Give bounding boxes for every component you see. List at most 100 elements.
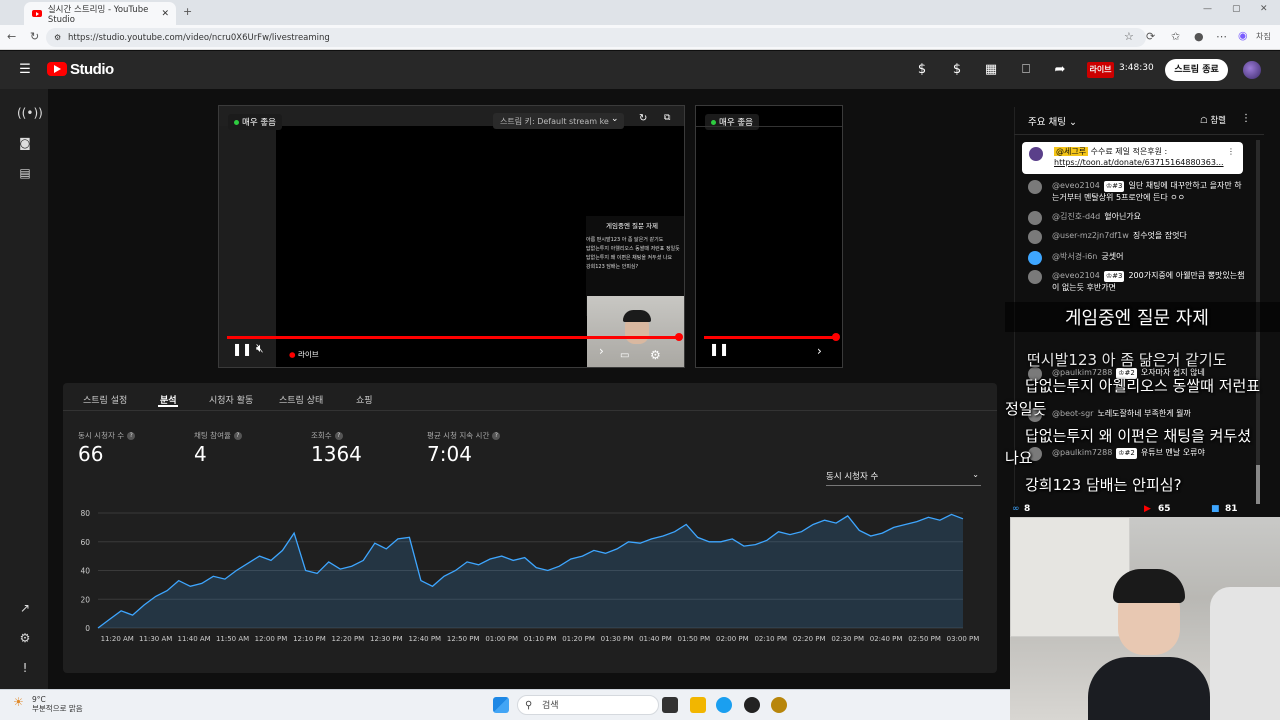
task-view-icon[interactable]	[662, 697, 678, 713]
calendar-icon[interactable]: ▤	[17, 165, 33, 181]
tab-stream-health[interactable]: 스트림 상태	[279, 393, 323, 406]
tab-shopping[interactable]: 쇼핑	[356, 393, 373, 406]
pause-icon[interactable]: ❚❚	[709, 342, 729, 356]
bookmark-star-icon[interactable]: ☆	[1124, 30, 1134, 43]
y-tick-label: 60	[80, 538, 90, 547]
progress-knob[interactable]	[675, 333, 683, 341]
pause-icon[interactable]: ❚❚	[232, 342, 252, 356]
monetization-icon[interactable]: $	[914, 62, 930, 78]
edge-browser-icon[interactable]	[716, 697, 732, 713]
maximize-icon[interactable]: ▢	[1232, 4, 1241, 14]
live-badge: 라이브	[1087, 62, 1114, 78]
chat-members-button[interactable]: ☖ 참렐	[1200, 114, 1226, 126]
chat-mode-select[interactable]: 주요 채팅 ⌄	[1028, 114, 1077, 128]
camera-icon[interactable]: ◙	[17, 135, 33, 151]
weather-icon[interactable]: ☀	[13, 695, 24, 709]
obs-icon[interactable]	[744, 697, 760, 713]
main-preview-player[interactable]: 게임중엔 질문 자제 아름 떤시발123 아 좀 닮은거 같기도 답없는투지 아…	[218, 105, 685, 368]
feedback-icon[interactable]: !	[17, 660, 33, 676]
overlay-caption: 정일듯	[1005, 400, 1047, 418]
url-input[interactable]: ⚙ https://studio.youtube.com/video/ncru0…	[46, 28, 1146, 47]
back-icon[interactable]: ←	[7, 30, 16, 43]
avatar	[1029, 147, 1043, 161]
reload-icon[interactable]: ↻	[30, 30, 39, 43]
extension-icon[interactable]: ⟳	[1146, 30, 1155, 43]
weather-widget[interactable]: 9°C 부분적으로 맑음	[32, 695, 83, 713]
x-tick-label: 02:20 PM	[793, 635, 826, 643]
help-icon[interactable]: ?	[334, 432, 343, 440]
channel-avatar[interactable]	[1243, 61, 1261, 79]
y-tick-label: 40	[80, 567, 90, 576]
weather-text: 부분적으로 맑음	[32, 704, 83, 713]
profile-icon[interactable]: ●	[1194, 30, 1204, 43]
mini-caption-line: 강희123 담배는 안피심?	[586, 264, 639, 270]
file-explorer-icon[interactable]	[690, 697, 706, 713]
copy-icon[interactable]: ⧉	[664, 113, 670, 123]
mute-icon[interactable]: 🔇︎	[256, 341, 264, 356]
close-window-icon[interactable]: ✕	[1260, 4, 1268, 14]
x-tick-label: 12:30 PM	[370, 635, 403, 643]
taskbar-search-input[interactable]: ⚲ 검색	[517, 695, 659, 715]
overlay-caption: 나요	[1005, 449, 1033, 467]
x-tick-label: 02:50 PM	[908, 635, 941, 643]
save-bookmark-icon[interactable]: ⎕	[1018, 62, 1034, 78]
status-dot-icon	[711, 120, 716, 125]
chat-message: @eveo2104 ♔#3 일단 채팅에 대꾸안하고 을자만 하는거부터 멘탈상위 …	[1028, 180, 1248, 203]
hamburger-menu-icon[interactable]: ☰	[17, 62, 33, 78]
game-client-icon[interactable]	[771, 697, 787, 713]
chat-scrollbar-thumb[interactable]	[1256, 465, 1260, 505]
menu-dots-icon[interactable]: ⋯	[1216, 30, 1227, 43]
stream-quality-pill: 매우 좋음	[228, 114, 282, 130]
refresh-icon[interactable]: ↻	[639, 113, 647, 124]
minimize-icon[interactable]: —	[1203, 4, 1212, 14]
chat-message: @박서경-i6n 궁셋어	[1028, 251, 1248, 265]
overlay-caption: 강희123 담배는 안피심?	[1025, 476, 1182, 494]
new-tab-icon[interactable]: +	[183, 5, 192, 18]
mini-caption-line: 답없는투지 아웰리오스 동쌀때 저런표 정일듯	[586, 246, 680, 252]
external-link-icon[interactable]: ↗	[17, 600, 33, 616]
chat-more-icon[interactable]: ⋮	[1241, 113, 1251, 124]
favorites-icon[interactable]: ✩	[1171, 30, 1180, 43]
clips-icon[interactable]: ▦	[983, 62, 999, 78]
copilot-icon[interactable]: ◉	[1238, 29, 1248, 42]
progress-fill	[227, 336, 679, 339]
x-tick-label: 12:40 PM	[408, 635, 441, 643]
share-icon[interactable]: ➦	[1052, 62, 1068, 78]
help-icon[interactable]: ?	[233, 432, 242, 440]
next-arrow-icon[interactable]: ›	[599, 344, 604, 358]
browser-tab[interactable]: 실시간 스트리밍 - YouTube Studio ✕	[24, 2, 176, 25]
close-tab-icon[interactable]: ✕	[161, 9, 169, 19]
end-stream-button[interactable]: 스트림 종료	[1165, 59, 1228, 81]
site-info-icon[interactable]: ⚙	[54, 33, 61, 42]
pinned-link[interactable]: https://toon.at/donate/63715164880363...	[1054, 158, 1224, 167]
tab-viewer-activity[interactable]: 시청자 활동	[209, 393, 253, 406]
player-settings-icon[interactable]: ⚙	[650, 348, 661, 362]
status-dot-icon	[234, 120, 239, 125]
help-icon[interactable]: ?	[492, 432, 501, 440]
tab-stream-settings[interactable]: 스트림 설정	[83, 393, 127, 406]
help-icon[interactable]: ?	[127, 432, 136, 440]
captions-icon[interactable]: ▭	[620, 350, 629, 361]
pinned-message[interactable]: @세그루 수수료 제일 적은후원 : https://toon.at/donat…	[1022, 142, 1243, 174]
stream-broadcast-icon[interactable]: ((•))	[17, 105, 43, 121]
weather-temp: 9°C	[32, 695, 46, 704]
metric-value-chat-rate: 4	[194, 442, 207, 466]
nested-studio-rail	[219, 126, 276, 367]
secondary-preview-player[interactable]: 매우 좋음 ❚❚ ›	[695, 105, 843, 368]
stat-value: 65	[1158, 504, 1171, 514]
windows-start-icon[interactable]	[493, 697, 509, 713]
youtube-logo-icon[interactable]	[47, 62, 67, 76]
stream-key-chevron-icon: ⌄	[611, 114, 619, 124]
people-icon: ∞	[1012, 504, 1020, 514]
x-tick-label: 01:40 PM	[639, 635, 672, 643]
pinned-more-icon[interactable]: ⋮	[1227, 146, 1235, 157]
settings-gear-icon[interactable]: ⚙	[17, 630, 33, 646]
stream-key-select[interactable]: 스트림 키: Default stream ke	[493, 113, 624, 129]
x-tick-label: 12:00 PM	[255, 635, 288, 643]
overlay-caption: 떤시발123 아 좀 닮은거 같기도	[1027, 351, 1227, 369]
next-arrow-icon[interactable]: ›	[817, 344, 822, 358]
metric-select[interactable]: 동시 시청자 수 ⌄	[826, 470, 981, 486]
progress-knob[interactable]	[832, 333, 840, 341]
metric-select-value: 동시 시청자 수	[826, 472, 879, 482]
super-chat-icon[interactable]: $	[949, 62, 965, 78]
